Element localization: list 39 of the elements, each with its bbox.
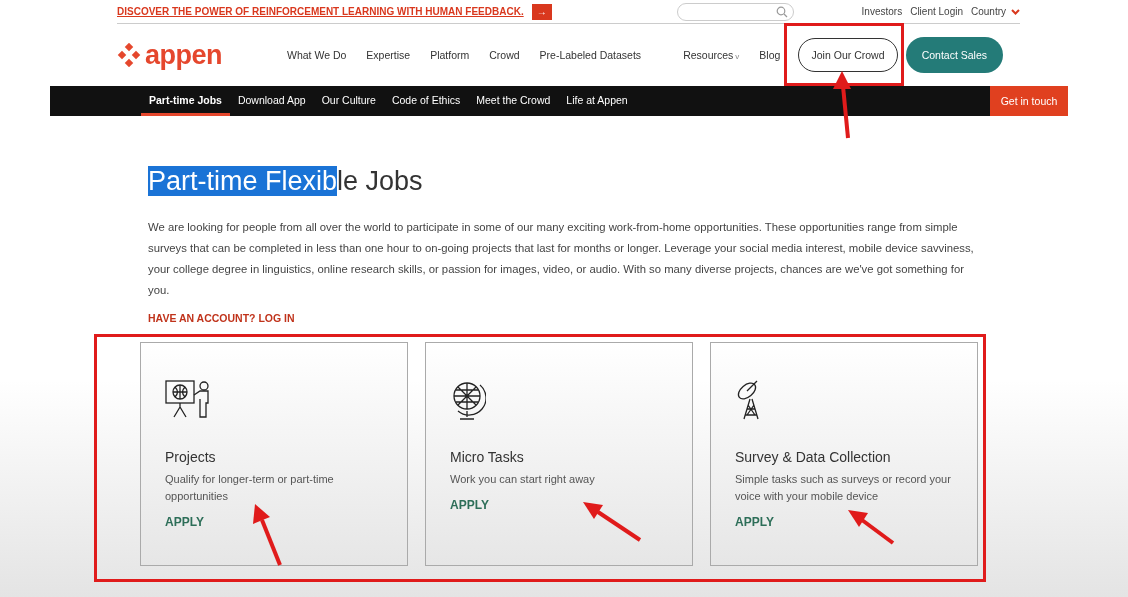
promo-link[interactable]: DISCOVER THE POWER OF REINFORCEMENT LEARNING WITH HUMAN FEEDBACK. bbox=[117, 6, 524, 17]
get-in-touch-button[interactable]: Get in touch bbox=[990, 86, 1068, 116]
card-title: Micro Tasks bbox=[450, 449, 525, 465]
arrow-button[interactable]: → bbox=[531, 3, 552, 20]
nav-link[interactable]: Platform bbox=[430, 49, 470, 61]
subnav-tab[interactable]: Life at Appen bbox=[558, 86, 636, 116]
apply-link[interactable]: APPLY bbox=[735, 515, 953, 529]
subnav-tab[interactable]: Meet the Crowd bbox=[468, 86, 559, 116]
nav-link[interactable]: What We Do bbox=[287, 49, 347, 61]
login-link[interactable]: HAVE AN ACCOUNT? LOG IN bbox=[148, 312, 982, 324]
nav-link[interactable]: Resources bbox=[683, 49, 734, 61]
subnav-tab[interactable]: Our Culture bbox=[313, 86, 384, 116]
search-icon bbox=[775, 5, 788, 18]
apply-link[interactable]: APPLY bbox=[450, 498, 668, 512]
logo-icon bbox=[117, 43, 141, 67]
page-heading: Part-time Flexible Jobs bbox=[148, 166, 424, 197]
nav-link[interactable]: Expertise bbox=[366, 49, 411, 61]
card-title: Projects bbox=[165, 449, 217, 465]
join-button[interactable]: Join Our Crowd bbox=[798, 38, 898, 72]
contact-button[interactable]: Contact Sales bbox=[905, 37, 1003, 73]
apply-link[interactable]: APPLY bbox=[165, 515, 383, 529]
nav-link[interactable]: Pre-Labeled Datasets bbox=[539, 49, 642, 61]
logo-text[interactable]: appen bbox=[145, 39, 222, 71]
card-title: Survey & Data Collection bbox=[735, 449, 892, 465]
nav-link[interactable]: Blog bbox=[759, 49, 781, 61]
caret-icon: v bbox=[735, 52, 740, 61]
nav-link[interactable]: Crowd bbox=[489, 49, 520, 61]
subnav-tab[interactable]: Part-time Jobs bbox=[141, 86, 230, 116]
card-description: Simple tasks such as surveys or record your voice with your mobile device bbox=[735, 472, 952, 504]
card-description: Qualify for longer-term or part-time opportunities bbox=[165, 472, 335, 504]
subnav-tab[interactable]: Code of Ethics bbox=[383, 86, 469, 116]
intro-paragraph: We are looking for people from all over the world to participate in some of our many exciting work-from-home opportunities. These opportunities range from simple surveys that can be completed in less than one hour to on-going projects that last for months or longer. Leverage your social media interest, mobile device savviness, your college degree in linguistics, online research skills, or passion for images, video, or audio. With so many diverse projects, chances are we've got something for you. bbox=[148, 220, 975, 298]
utility-link[interactable]: Country bbox=[971, 6, 1006, 17]
utility-link[interactable]: Investors bbox=[861, 6, 903, 17]
utility-link[interactable]: Client Login bbox=[910, 6, 963, 17]
caret-icon bbox=[1011, 8, 1020, 15]
subnav-tab[interactable]: Download App bbox=[229, 86, 314, 116]
globe-icon bbox=[450, 379, 486, 423]
card-description: Work you can start right away bbox=[450, 472, 596, 487]
